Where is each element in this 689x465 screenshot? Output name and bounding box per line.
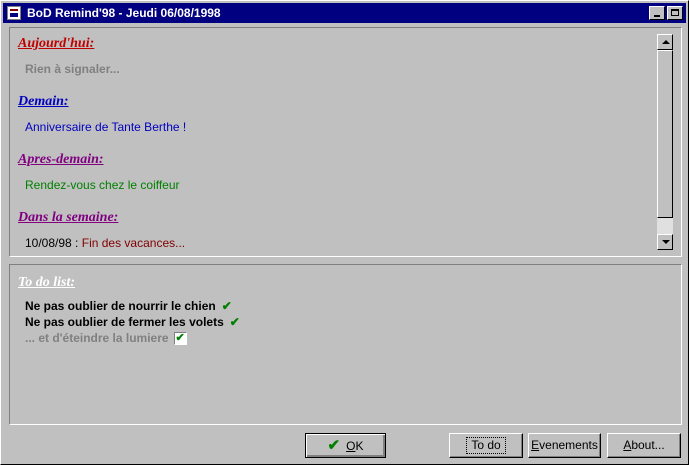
scroll-down-button[interactable] [657, 234, 673, 250]
green-check-icon: ✔ [327, 437, 341, 454]
after-tomorrow-entry: Rendez-vous chez le coiffeur [25, 178, 180, 192]
todo-panel: To do list: Ne pas oublier de nourrir le… [9, 264, 682, 425]
check-icon: ✔ [229, 315, 240, 329]
todo-item[interactable]: Ne pas oublier de fermer les volets ✔ [25, 315, 240, 329]
todo-button-label: To do [466, 437, 506, 454]
maximize-button[interactable] [667, 6, 683, 20]
events-mnemonic: E [531, 438, 540, 452]
about-button[interactable]: About... [607, 433, 681, 458]
main-window: BoD Remind'98 - Jeudi 06/08/1998 Aujourd… [0, 0, 689, 465]
events-panel: Aujourd'hui: Rien à signaler... Demain: … [9, 27, 682, 257]
maximize-icon [671, 9, 679, 16]
week-entry: 10/08/98 : Fin des vacances... [25, 236, 185, 250]
today-entry: Rien à signaler... [25, 62, 120, 76]
checkbox-icon[interactable]: ✔ [173, 332, 187, 346]
minimize-icon [654, 15, 660, 17]
tomorrow-entry: Anniversaire de Tante Berthe ! [25, 120, 187, 134]
after-tomorrow-heading: Apres-demain: [18, 152, 104, 167]
events-label: venements [539, 438, 598, 452]
ok-button[interactable]: ✔ OK [305, 433, 386, 458]
todo-item-label: Ne pas oublier de nourrir le chien [25, 299, 216, 313]
todo-button[interactable]: To do [449, 433, 523, 458]
title-bar[interactable]: BoD Remind'98 - Jeudi 06/08/1998 [3, 3, 686, 23]
app-icon[interactable] [7, 6, 21, 20]
today-heading: Aujourd'hui: [18, 36, 95, 51]
events-scrollbar[interactable] [657, 34, 673, 250]
ok-label: K [355, 439, 364, 453]
scroll-thumb[interactable] [657, 50, 673, 218]
events-button[interactable]: Evenements [528, 433, 601, 458]
arrow-down-icon [662, 240, 670, 244]
todo-item-label: Ne pas oublier de fermer les volets [25, 315, 224, 329]
todo-heading: To do list: [18, 275, 76, 290]
scroll-up-button[interactable] [657, 34, 673, 50]
todo-item[interactable]: ... et d'éteindre la lumiere ✔ [25, 331, 187, 346]
check-icon: ✔ [221, 299, 232, 313]
todo-item-label: ... et d'éteindre la lumiere [25, 331, 169, 345]
todo-item[interactable]: Ne pas oublier de nourrir le chien ✔ [25, 299, 232, 313]
week-heading: Dans la semaine: [18, 210, 119, 225]
minimize-button[interactable] [649, 6, 665, 20]
week-entry-text: Fin des vacances... [81, 236, 186, 250]
tomorrow-heading: Demain: [18, 94, 69, 109]
arrow-up-icon [662, 40, 670, 44]
about-label: bout... [631, 438, 665, 452]
week-entry-date: 10/08/98 : [25, 236, 79, 250]
window-title: BoD Remind'98 - Jeudi 06/08/1998 [27, 6, 221, 20]
